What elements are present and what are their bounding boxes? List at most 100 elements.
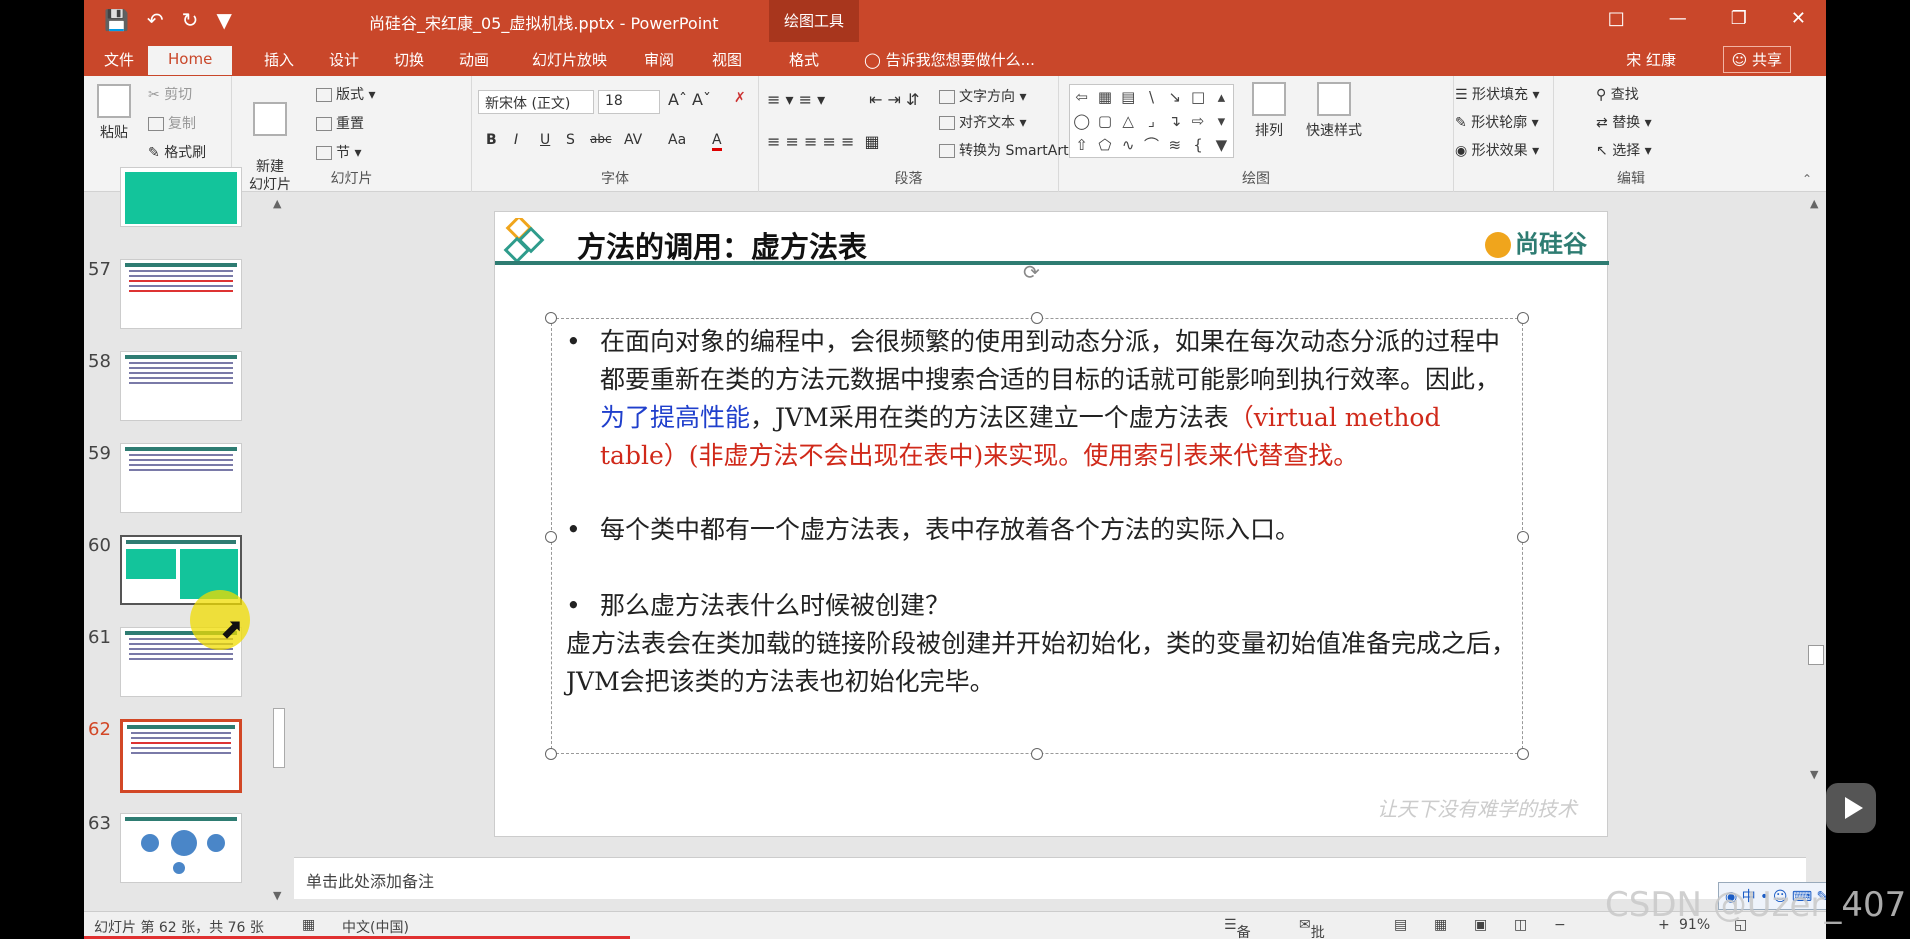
italic-button[interactable]: I xyxy=(514,132,518,148)
notes-toggle-button[interactable]: ☰ 备注 xyxy=(1224,917,1251,939)
notes-pane[interactable]: 单击此处添加备注 xyxy=(294,857,1806,899)
scroll-thumb[interactable] xyxy=(273,708,285,768)
scroll-down-icon[interactable]: ▼ xyxy=(273,889,281,902)
slideshow-icon[interactable]: ◫ xyxy=(1514,917,1527,933)
language-indicator[interactable]: 中文(中国) xyxy=(342,917,409,937)
layout-button[interactable]: 版式 ▾ xyxy=(316,84,375,104)
font-name-select[interactable]: 新宋体 (正文) xyxy=(478,90,594,114)
align-icon[interactable]: ≡ ≡ ≡ ≡ ≡ ▦ xyxy=(767,132,880,151)
tell-me-search[interactable]: ◯ 告诉我您想要做什么... xyxy=(864,49,1035,70)
bold-button[interactable]: B xyxy=(486,132,497,148)
shapes-gallery[interactable]: ⇦ ▦ ▤ \ ↘ □ ▴ ◯ ▢ △ ⌟ ↴ ⇨ ▾ ⇧ ⬠ ∿ ⌒ ≋{▼ xyxy=(1069,84,1234,158)
grow-font-icon[interactable]: Aˆ Aˇ xyxy=(668,90,711,109)
thumbnail-56[interactable] xyxy=(120,167,242,227)
close-icon[interactable]: ✕ xyxy=(1791,8,1806,29)
scroll-up-icon[interactable]: ▲ xyxy=(1810,197,1818,210)
round-rect-icon[interactable]: ▢ xyxy=(1093,109,1116,133)
resize-handle[interactable] xyxy=(1517,748,1529,760)
tab-design[interactable]: 设计 xyxy=(329,49,359,70)
reset-button[interactable]: 重置 xyxy=(316,113,364,133)
brace-icon[interactable]: { xyxy=(1186,133,1209,157)
indent-icon[interactable]: ⇤ ⇥ ⇵ xyxy=(869,90,919,109)
rect-shape-icon[interactable]: □ xyxy=(1186,85,1209,109)
share-button[interactable]: ☺ 共享 xyxy=(1722,46,1791,73)
resize-handle[interactable] xyxy=(545,312,557,324)
change-case-button[interactable]: Aa xyxy=(668,132,686,148)
thumbnail-62[interactable] xyxy=(120,719,242,793)
thumbnail-58[interactable] xyxy=(120,351,242,421)
bullets-icon[interactable]: ≡ ▾ ≡ ▾ xyxy=(767,90,825,109)
thumbnail-63[interactable] xyxy=(120,813,242,883)
find-button[interactable]: ⚲ 查找 xyxy=(1596,84,1639,104)
arrow-shape-icon[interactable]: ⇦ xyxy=(1070,85,1093,109)
tab-home[interactable]: Home xyxy=(148,46,233,75)
tab-file[interactable]: 文件 xyxy=(104,49,134,70)
scroll-thumb[interactable] xyxy=(1808,645,1824,665)
oval-shape-icon[interactable]: ◯ xyxy=(1070,109,1093,133)
slide-title[interactable]: 方法的调用：虚方法表 xyxy=(577,224,867,266)
tab-slideshow[interactable]: 幻灯片放映 xyxy=(532,49,607,70)
tab-transitions[interactable]: 切换 xyxy=(394,49,424,70)
save-icon[interactable]: 💾 xyxy=(104,8,129,32)
tab-review[interactable]: 审阅 xyxy=(644,49,674,70)
rotate-handle-icon[interactable]: ⟳ xyxy=(1023,260,1040,284)
normal-view-icon[interactable]: ▤ xyxy=(1394,917,1407,933)
cut-button[interactable]: ✂ 剪切 xyxy=(148,84,192,104)
elbow-connector-icon[interactable]: ⌟ xyxy=(1140,109,1163,133)
comments-button[interactable]: ✉ 批注 xyxy=(1299,917,1325,939)
reading-view-icon[interactable]: ▣ xyxy=(1474,917,1487,933)
select-button[interactable]: ↖ 选择 ▾ xyxy=(1596,140,1652,160)
slide-scrollbar[interactable]: ▲ ▼ xyxy=(1806,193,1826,833)
underline-button[interactable]: U xyxy=(540,132,550,148)
content-textbox[interactable]: • 在面向对象的编程中，会很频繁的使用到动态分派，如果在每次动态分派的过程中都要… xyxy=(545,312,1529,760)
resize-handle[interactable] xyxy=(1517,531,1529,543)
arrow-line-icon[interactable]: ↘ xyxy=(1163,85,1186,109)
text-direction-button[interactable]: 文字方向 ▾ xyxy=(939,86,1026,106)
char-spacing-button[interactable]: AV xyxy=(624,132,642,148)
ribbon-display-icon[interactable]: □ xyxy=(1608,8,1625,29)
up-arrow-icon[interactable]: ⇧ xyxy=(1070,133,1093,157)
gallery-more-icon[interactable]: ▾ xyxy=(1210,109,1233,133)
align-text-button[interactable]: 对齐文本 ▾ xyxy=(939,112,1026,132)
section-button[interactable]: 节 ▾ xyxy=(316,142,361,162)
quick-styles-button[interactable]: 快速样式 xyxy=(1301,82,1367,140)
replace-button[interactable]: ⇄ 替换 ▾ xyxy=(1596,112,1652,132)
textbox-shape-icon[interactable]: ▦ xyxy=(1093,85,1116,109)
arc-icon[interactable]: ⌒ xyxy=(1140,133,1163,157)
resize-handle[interactable] xyxy=(545,531,557,543)
spellcheck-icon[interactable]: ▦ xyxy=(302,917,315,933)
scroll-down-icon[interactable]: ▼ xyxy=(1810,768,1818,781)
tab-view[interactable]: 视图 xyxy=(712,49,742,70)
right-arrow-icon[interactable]: ⇨ xyxy=(1186,109,1209,133)
tab-format[interactable]: 格式 xyxy=(789,49,819,70)
thumbnail-57[interactable] xyxy=(120,259,242,329)
line-shape-icon[interactable]: \ xyxy=(1140,85,1163,109)
slide-sorter-icon[interactable]: ▦ xyxy=(1434,917,1447,933)
curve-icon[interactable]: ∿ xyxy=(1117,133,1140,157)
minimize-icon[interactable]: — xyxy=(1669,8,1687,29)
copy-button[interactable]: 复制 xyxy=(148,113,196,133)
slide-canvas[interactable]: 方法的调用：虚方法表 尚硅谷 ⟳ • 在面向对象的编程中，会很频繁的使用到动态分… xyxy=(494,211,1609,837)
notes-placeholder[interactable]: 单击此处添加备注 xyxy=(306,868,434,892)
resize-handle[interactable] xyxy=(545,748,557,760)
paste-button[interactable]: 粘贴 xyxy=(92,84,136,142)
thumbnail-scrollbar[interactable]: ▲ ▼ xyxy=(269,193,289,906)
font-size-select[interactable]: 18 xyxy=(598,90,660,114)
clear-format-icon[interactable]: ✗ xyxy=(734,90,746,106)
zoom-out-icon[interactable]: − xyxy=(1554,917,1566,933)
arrange-button[interactable]: 排列 xyxy=(1249,82,1289,140)
gallery-scroll-icon[interactable]: ▴ xyxy=(1210,85,1233,109)
format-painter-button[interactable]: ✎ 格式刷 xyxy=(148,142,206,162)
customize-icon[interactable]: ▼ xyxy=(216,8,231,32)
font-color-button[interactable]: A xyxy=(712,132,722,151)
tab-animations[interactable]: 动画 xyxy=(459,49,489,70)
resize-handle[interactable] xyxy=(1517,312,1529,324)
video-play-icon[interactable] xyxy=(1826,783,1876,833)
shadow-button[interactable]: S xyxy=(566,132,575,148)
elbow-arrow-icon[interactable]: ↴ xyxy=(1163,109,1186,133)
thumbnail-59[interactable] xyxy=(120,443,242,513)
collapse-ribbon-icon[interactable]: ⌃ xyxy=(1802,172,1812,186)
user-name[interactable]: 宋 红康 xyxy=(1626,49,1676,70)
undo-icon[interactable]: ↶ xyxy=(147,8,164,32)
resize-handle[interactable] xyxy=(1031,748,1043,760)
